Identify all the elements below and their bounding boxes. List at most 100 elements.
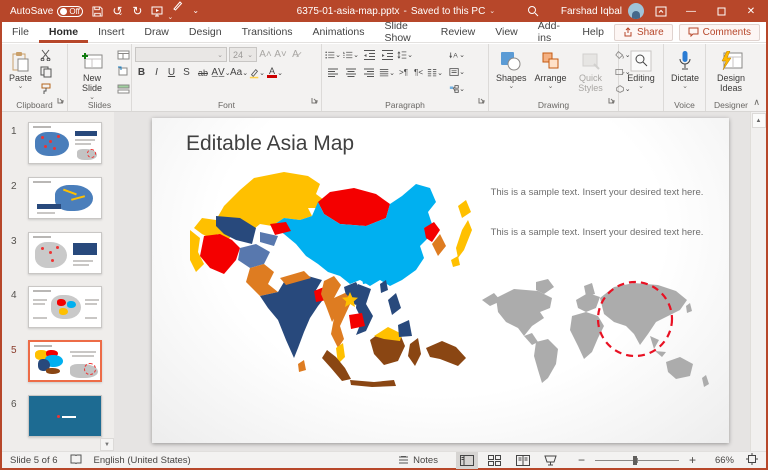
decrease-font-size-button[interactable]: A˅ — [274, 47, 287, 62]
zoom-slider-thumb[interactable] — [632, 455, 637, 465]
paragraph-dialog-launcher[interactable] — [478, 91, 486, 109]
country-indonesia-sumatra[interactable] — [322, 350, 351, 381]
slide-thumbnail-5[interactable] — [28, 340, 102, 382]
layout-button[interactable] — [115, 47, 131, 62]
align-right-button[interactable] — [361, 65, 377, 80]
collapse-ribbon-button[interactable]: ∧ — [753, 97, 760, 108]
tab-view[interactable]: View — [485, 22, 528, 43]
reading-view-button[interactable] — [512, 452, 534, 469]
ribbon-display-options-button[interactable] — [646, 0, 676, 22]
dictate-button[interactable]: Dictate ⌄ — [667, 47, 703, 93]
zoom-in-button[interactable]: + — [689, 453, 696, 467]
canvas-vertical-scrollbar[interactable]: ▲ — [750, 112, 766, 451]
strikethrough-button[interactable]: ab — [195, 65, 211, 80]
normal-view-button[interactable] — [455, 451, 478, 469]
notes-button[interactable]: Notes — [398, 455, 438, 466]
reset-button[interactable] — [115, 64, 131, 79]
drawing-dialog-launcher[interactable] — [608, 91, 616, 109]
ltr-direction-button[interactable]: >¶ — [397, 65, 410, 80]
search-button[interactable] — [516, 0, 550, 22]
editing-button[interactable]: Editing ⌄ — [623, 47, 659, 93]
accessibility-checker-icon[interactable] — [70, 454, 82, 467]
tab-add-ins[interactable]: Add-ins — [528, 20, 573, 44]
zoom-out-button[interactable]: − — [578, 453, 585, 467]
autosave-switch-icon[interactable]: Off — [57, 5, 84, 17]
country-pakistan[interactable] — [246, 264, 278, 296]
format-painter-button[interactable] — [38, 81, 54, 96]
new-slide-button[interactable]: New Slide ⌄ — [71, 47, 113, 104]
thumbnail-scroll-down-button[interactable]: ▼ — [100, 438, 114, 451]
scroll-up-button[interactable]: ▲ — [751, 113, 766, 128]
minimize-button[interactable]: — — [676, 0, 706, 22]
autosave-toggle[interactable]: AutoSave Off — [10, 5, 84, 17]
customize-qat-button[interactable]: ⌄ — [192, 7, 199, 15]
slide-show-button[interactable] — [540, 452, 562, 469]
columns-button[interactable]: ⌄ — [427, 65, 443, 80]
country-philippines-mindanao[interactable] — [398, 320, 412, 337]
tab-slide-show[interactable]: Slide Show — [375, 20, 431, 44]
tab-draw[interactable]: Draw — [134, 22, 179, 43]
bullets-button[interactable]: ⌄ — [325, 47, 341, 62]
shapes-button[interactable]: Shapes ⌄ — [492, 47, 531, 93]
convert-to-smartart-button[interactable]: ⌄ — [449, 81, 465, 96]
country-indonesia-java[interactable] — [350, 380, 396, 387]
asia-map[interactable] — [188, 168, 472, 390]
quick-styles-button[interactable]: Quick Styles — [571, 47, 611, 96]
close-button[interactable]: ✕ — [736, 0, 766, 22]
line-spacing-button[interactable]: ⌄ — [397, 47, 413, 62]
align-left-button[interactable] — [325, 65, 341, 80]
undo-button[interactable]: ↺⌄ — [112, 5, 123, 18]
tab-review[interactable]: Review — [431, 22, 485, 43]
slide-editor[interactable]: Editable Asia Map This is a sample text.… — [152, 118, 729, 443]
slide-title[interactable]: Editable Asia Map — [186, 132, 354, 156]
increase-indent-button[interactable] — [379, 47, 395, 62]
underline-button[interactable]: U — [165, 65, 178, 80]
align-text-button[interactable]: ⌄ — [449, 64, 465, 79]
font-size-combobox[interactable]: 24 ⌄ — [229, 47, 257, 62]
account-button[interactable]: Farshad Iqbal — [550, 0, 646, 22]
save-button[interactable] — [92, 5, 103, 17]
arrange-button[interactable]: Arrange ⌄ — [531, 47, 571, 93]
language-indicator[interactable]: English (United States) — [94, 455, 191, 466]
tab-home[interactable]: Home — [38, 22, 89, 43]
character-spacing-button[interactable]: A̲V̲ ⌄ — [211, 65, 230, 80]
paste-button[interactable]: Paste ⌄ — [5, 47, 36, 93]
repeat-button[interactable]: ↻ — [132, 5, 142, 17]
country-philippines-luzon[interactable] — [388, 293, 401, 315]
pen-mode-button[interactable]: ⌄ — [167, 0, 183, 22]
country-indonesia-sulawesi[interactable] — [408, 338, 421, 366]
maximize-button[interactable] — [706, 0, 736, 22]
zoom-slider[interactable] — [594, 455, 679, 465]
change-case-button[interactable]: Aa ⌄ — [230, 65, 248, 80]
country-japan-hokkaido[interactable] — [458, 200, 471, 218]
country-japan-honshu[interactable] — [456, 220, 472, 258]
sample-text-1[interactable]: This is a sample text. Insert your desir… — [490, 186, 704, 199]
increase-font-size-button[interactable]: A˄ — [259, 47, 272, 62]
comments-button[interactable]: Comments — [678, 23, 760, 41]
font-dialog-launcher[interactable] — [311, 91, 319, 109]
start-from-beginning-button[interactable] — [151, 6, 163, 17]
clear-formatting-button[interactable]: A̷ — [289, 47, 302, 62]
font-name-combobox[interactable]: ⌄ — [135, 47, 227, 62]
fit-slide-to-window-button[interactable] — [746, 452, 758, 468]
rtl-direction-button[interactable]: ¶< — [412, 65, 425, 80]
bold-button[interactable]: B — [135, 65, 148, 80]
slide-thumbnail-2[interactable] — [28, 177, 102, 219]
copy-button[interactable] — [38, 64, 54, 79]
country-indonesia-papua[interactable] — [426, 341, 466, 366]
numbering-button[interactable]: ⌄ — [343, 47, 359, 62]
section-button[interactable] — [115, 81, 131, 96]
tab-design[interactable]: Design — [179, 22, 232, 43]
justify-button[interactable]: ⌄ — [379, 65, 395, 80]
slide-thumbnail-4[interactable] — [28, 286, 102, 328]
sample-text-2[interactable]: This is a sample text. Insert your desir… — [490, 226, 704, 239]
slide-thumbnail-1[interactable] — [28, 122, 102, 164]
clipboard-dialog-launcher[interactable] — [57, 91, 65, 109]
document-title[interactable]: 6375-01-asia-map.pptx - Saved to this PC… — [297, 6, 496, 17]
world-map[interactable] — [480, 278, 712, 392]
slide-thumbnail-6[interactable] — [28, 395, 102, 437]
tab-insert[interactable]: Insert — [88, 22, 134, 43]
share-button[interactable]: Share — [613, 23, 673, 41]
highlight-color-button[interactable]: ⌄ — [249, 65, 265, 80]
slide-indicator[interactable]: Slide 5 of 6 — [10, 455, 58, 466]
